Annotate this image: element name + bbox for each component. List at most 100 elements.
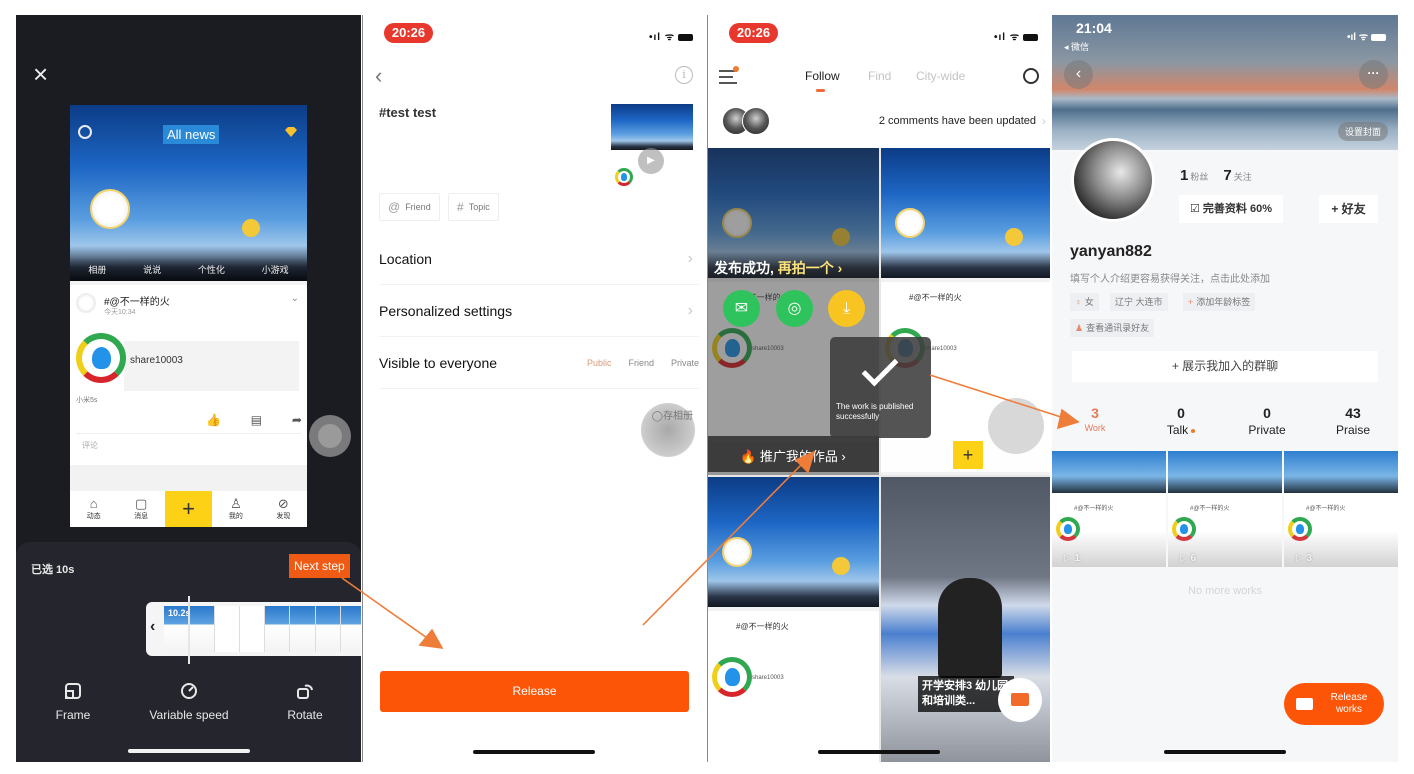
tab-city-wide[interactable]: City-wide bbox=[916, 69, 965, 83]
preview-title: All news bbox=[163, 125, 220, 144]
add-age-tag[interactable]: + 添加年龄标签 bbox=[1183, 293, 1256, 311]
playhead[interactable] bbox=[188, 596, 190, 664]
tab-follow[interactable]: Follow bbox=[805, 69, 840, 83]
close-icon[interactable]: × bbox=[33, 61, 55, 87]
back-button[interactable]: ‹ bbox=[1064, 60, 1093, 89]
selected-duration: 已选 10s bbox=[31, 564, 75, 576]
timeline-frame bbox=[265, 606, 291, 652]
avatar[interactable] bbox=[1071, 138, 1155, 222]
fans-count[interactable]: 1 粉丝 bbox=[1180, 167, 1208, 184]
qq-logo-icon bbox=[712, 657, 752, 697]
tab-discover: ⊘ 发现 bbox=[260, 491, 307, 527]
variable-speed-tool[interactable]: Variable speed bbox=[134, 682, 244, 722]
notification-dot bbox=[1191, 428, 1196, 433]
download-icon[interactable]: ⤓ bbox=[828, 290, 865, 327]
status-icons: •ıl ᯤ bbox=[1347, 29, 1386, 43]
next-step-button[interactable]: Next step bbox=[289, 554, 350, 578]
trim-handle-left[interactable]: ‹ bbox=[150, 618, 155, 636]
caption-input[interactable]: #test test bbox=[379, 105, 436, 120]
clip-timeline[interactable]: ‹ 10.2s bbox=[146, 596, 361, 664]
info-icon[interactable]: i bbox=[675, 66, 693, 84]
play-icon[interactable]: ▶ bbox=[638, 148, 664, 174]
tab-work[interactable]: 3 Work bbox=[1052, 405, 1138, 433]
edit-toolbar-sheet: 已选 10s Next step ‹ 10.2s Frame Variable bbox=[16, 542, 361, 762]
preview-tab: 相册 bbox=[88, 264, 107, 275]
release-works-button[interactable]: Release works bbox=[1284, 683, 1384, 725]
location-tag[interactable]: 辽宁 大连市 bbox=[1110, 293, 1168, 311]
release-button[interactable]: Release bbox=[380, 671, 689, 712]
tab-private[interactable]: 0 Private bbox=[1224, 405, 1310, 437]
video-thumbnail[interactable]: ▶ bbox=[611, 104, 693, 214]
tab-messages: ▢ 消息 bbox=[117, 491, 164, 527]
home-indicator bbox=[818, 750, 940, 754]
assistive-touch-button[interactable] bbox=[988, 398, 1044, 454]
talk-label-wrap: Talk bbox=[1138, 423, 1224, 437]
plus-icon: + bbox=[953, 441, 983, 469]
visibility-option-private[interactable]: Private bbox=[671, 358, 699, 368]
video-card[interactable]: #@不一样的火 share10003 bbox=[708, 477, 879, 762]
work-item[interactable]: #@不一样的火 ▷ 3 bbox=[1284, 451, 1398, 567]
wechat-icon[interactable]: ✉ bbox=[723, 290, 760, 327]
status-icons: •ıl ᯤ bbox=[649, 29, 693, 43]
sun-badge-icon bbox=[1005, 228, 1023, 246]
back-to-wechat-link[interactable]: ◂ 微信 bbox=[1064, 40, 1089, 53]
location-label: Location bbox=[379, 250, 432, 267]
complete-profile-button[interactable]: ☑ 完善资料 60% bbox=[1179, 195, 1283, 223]
work-count: 3 bbox=[1091, 405, 1099, 421]
visibility-label: Visible to everyone bbox=[379, 354, 498, 371]
tab-praise[interactable]: 43 Praise bbox=[1310, 405, 1396, 437]
timeline-frame bbox=[239, 606, 265, 652]
qq-logo-icon bbox=[615, 168, 633, 186]
moments-icon[interactable]: ◎ bbox=[776, 290, 813, 327]
menu-icon[interactable] bbox=[719, 70, 737, 84]
work-item[interactable]: #@不一样的火 ▷ 1 bbox=[1052, 451, 1166, 567]
more-icon[interactable]: ··· bbox=[1359, 60, 1388, 89]
checkmark-icon bbox=[861, 349, 899, 387]
rotate-tool[interactable]: Rotate bbox=[250, 682, 360, 722]
tab-label: 我的 bbox=[228, 513, 243, 520]
star-avatar-icon bbox=[722, 537, 752, 567]
bio-placeholder[interactable]: 填写个人介绍更容易获得关注，点击此处添加 bbox=[1070, 270, 1270, 285]
show-groups-button[interactable]: + 展示我加入的群聊 bbox=[1072, 351, 1378, 382]
thumbnail-image bbox=[611, 104, 693, 150]
promote-works-button[interactable]: 🔥 推广我的作品 › bbox=[708, 436, 879, 472]
assistive-touch-button[interactable] bbox=[309, 415, 351, 457]
visibility-option-friend[interactable]: Friend bbox=[628, 358, 654, 368]
work-item[interactable]: #@不一样的火 ▷ 6 bbox=[1168, 451, 1282, 567]
rotate-icon bbox=[297, 684, 313, 699]
card-post-title: #@不一样的火 bbox=[736, 622, 789, 631]
tab-talk[interactable]: 0 Talk bbox=[1138, 405, 1224, 437]
chevron-right-icon: › bbox=[1042, 114, 1046, 128]
commenter-avatars[interactable] bbox=[722, 107, 776, 137]
status-time: 20:26 bbox=[384, 23, 433, 43]
back-button[interactable]: ‹ bbox=[375, 63, 382, 89]
visibility-option-public[interactable]: Public bbox=[587, 358, 612, 368]
publish-success-banner[interactable]: 发布成功, 再拍一个 › bbox=[714, 258, 842, 278]
mention-friend-button[interactable]: @ Friend bbox=[379, 193, 440, 221]
contacts-friends-tag[interactable]: ♟ 查看通讯录好友 bbox=[1070, 319, 1155, 337]
visibility-row: Visible to everyone Public Friend Privat… bbox=[379, 337, 699, 389]
save-to-album-toggle[interactable]: ◯存相册 bbox=[652, 407, 693, 422]
camera-button[interactable] bbox=[998, 678, 1042, 722]
signal-wifi-icon: •ıl ᯤ bbox=[649, 32, 675, 43]
add-topic-button[interactable]: # Topic bbox=[448, 193, 499, 221]
comments-updated-link[interactable]: 2 comments have been updated bbox=[879, 115, 1036, 127]
active-tab-indicator bbox=[816, 89, 825, 92]
battery-icon bbox=[1023, 33, 1038, 41]
message-icon: ▢ bbox=[134, 496, 148, 511]
location-row[interactable]: Location › bbox=[379, 233, 699, 285]
tab-find[interactable]: Find bbox=[868, 69, 891, 83]
gender-tag[interactable]: ♀ 女 bbox=[1070, 293, 1099, 311]
add-friend-button[interactable]: + 好友 bbox=[1319, 195, 1378, 223]
work-views: ▷ 1 bbox=[1064, 553, 1081, 564]
frame-tool[interactable]: Frame bbox=[18, 682, 128, 722]
home-indicator bbox=[128, 749, 250, 753]
set-cover-button[interactable]: 设置封面 bbox=[1337, 122, 1388, 141]
shoot-again-link[interactable]: 再拍一个 › bbox=[778, 260, 843, 276]
following-count[interactable]: 7 关注 bbox=[1223, 167, 1251, 184]
personalized-settings-row[interactable]: Personalized settings › bbox=[379, 285, 699, 337]
work-views: ▷ 3 bbox=[1296, 553, 1313, 564]
search-icon[interactable] bbox=[1023, 68, 1039, 84]
card-image bbox=[881, 148, 1050, 278]
personalized-settings-label: Personalized settings bbox=[379, 302, 513, 319]
